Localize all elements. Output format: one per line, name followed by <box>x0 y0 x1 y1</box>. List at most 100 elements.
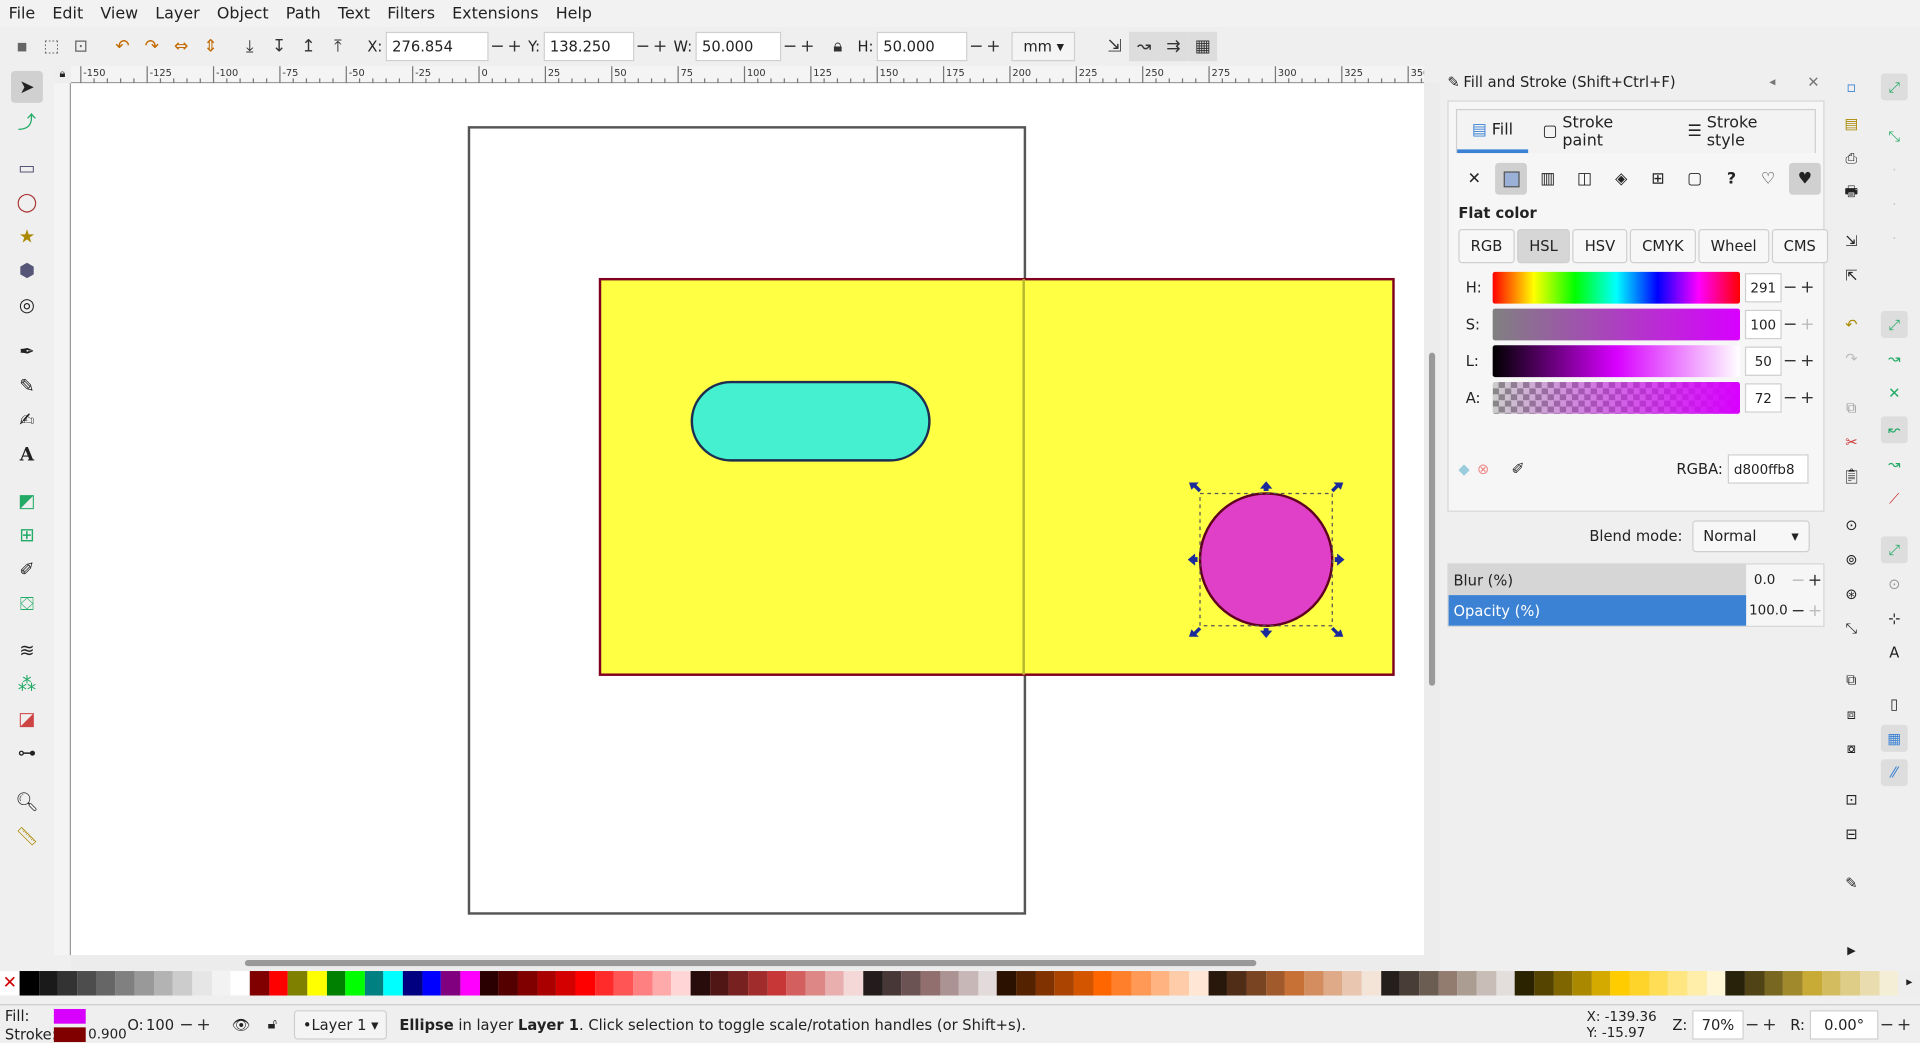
y-minus-button[interactable]: − <box>634 37 651 57</box>
snap-cusp-icon[interactable]: ↜ <box>1880 416 1908 444</box>
saturation-minus[interactable]: − <box>1782 315 1799 335</box>
status-opacity-minus[interactable]: − <box>178 1014 195 1034</box>
tab-stroke-style[interactable]: ☰ Stroke style <box>1673 111 1815 153</box>
undo-icon[interactable]: ↶ <box>1838 311 1865 338</box>
measure-tool-icon[interactable]: 📏︎ <box>11 820 43 852</box>
y-plus-button[interactable]: + <box>651 37 668 57</box>
alpha-slider[interactable]: A: 72 − + <box>1466 381 1824 415</box>
import-icon[interactable]: ⇲ <box>1838 228 1865 255</box>
scale-corners-icon[interactable]: ↝ <box>1129 31 1159 62</box>
mesh-gradient-icon[interactable]: ◈ <box>1605 163 1637 195</box>
text-tool-icon[interactable]: A <box>11 438 43 470</box>
blur-value[interactable]: 0.0 <box>1754 572 1790 588</box>
color-palette[interactable]: ✕ ▸ <box>0 971 1920 996</box>
new-document-icon[interactable]: ▫ <box>1838 73 1865 100</box>
ellipse-tool-icon[interactable]: ◯ <box>11 186 43 218</box>
export-icon[interactable]: ⇱ <box>1838 262 1865 289</box>
saturation-bar[interactable] <box>1492 308 1741 341</box>
magenta-ellipse[interactable] <box>1198 492 1334 627</box>
snap-guide-icon[interactable]: ⁄⁄ <box>1880 759 1908 787</box>
h-input[interactable]: 50.000 <box>877 31 968 62</box>
pattern-icon[interactable]: ⊞ <box>1642 163 1674 195</box>
w-input[interactable]: 50.000 <box>695 31 782 62</box>
x-input[interactable]: 276.854 <box>386 31 489 62</box>
open-icon[interactable]: ▤ <box>1838 110 1865 137</box>
teal-pill[interactable] <box>690 380 931 462</box>
no-color-swatch[interactable]: ✕ <box>0 971 20 996</box>
opacity-short-value[interactable]: 100 <box>146 1016 178 1033</box>
cut-icon[interactable]: ✂ <box>1838 429 1865 456</box>
blend-mode-select[interactable]: Normal ▾ <box>1692 520 1810 553</box>
snap-bbox-corner-icon[interactable]: · <box>1881 191 1908 218</box>
more-arrow-icon[interactable]: ▶ <box>1838 938 1865 965</box>
print-icon[interactable]: 🖶︎ <box>1838 179 1865 206</box>
layer-select[interactable]: •Layer 1 ▾ <box>294 1009 388 1039</box>
node-tool-icon[interactable]: ⤴ <box>11 105 43 137</box>
paint-bucket-tool-icon[interactable]: ⛋ <box>11 588 43 620</box>
copy-icon[interactable]: ⧉ <box>1838 394 1865 421</box>
snap-toggle-icon[interactable]: ⤢ <box>1880 73 1908 101</box>
zoom-plus[interactable]: + <box>1761 1014 1778 1034</box>
opacity-row[interactable]: Opacity (%) 100.0 − + <box>1448 595 1824 626</box>
zoom-input[interactable]: 70% <box>1692 1009 1744 1039</box>
menu-extensions[interactable]: Extensions <box>444 4 548 22</box>
snap-midpoint-icon[interactable]: ⟋ <box>1881 485 1908 512</box>
group-icon[interactable]: ⊡ <box>1838 786 1865 813</box>
h-plus-button[interactable]: + <box>985 37 1002 57</box>
xml-editor-icon[interactable]: ✎ <box>1838 869 1865 896</box>
unlink-clone-icon[interactable]: ⧇ <box>1838 735 1865 762</box>
saturation-plus[interactable]: + <box>1799 315 1816 335</box>
tweak-tool-icon[interactable]: ≋ <box>11 634 43 666</box>
ruler-lock-icon[interactable]: 🔒︎ <box>53 66 72 84</box>
rotation-input[interactable]: 0.00° <box>1809 1009 1879 1039</box>
no-paint-icon[interactable]: ✕ <box>1458 163 1490 195</box>
blur-plus[interactable]: + <box>1807 570 1824 590</box>
star-tool-icon[interactable]: ★ <box>11 220 43 252</box>
move-patterns-icon[interactable]: ▦ <box>1188 31 1218 62</box>
scale-stroke-icon[interactable]: ⇲ <box>1100 32 1129 61</box>
hue-bar[interactable] <box>1492 271 1741 304</box>
fill-rule-nonzero-icon[interactable]: ♥ <box>1788 162 1821 195</box>
mode-wheel[interactable]: Wheel <box>1698 228 1769 264</box>
snap-others-icon[interactable]: ⤢ <box>1880 536 1908 564</box>
saturation-slider[interactable]: S: 100 − + <box>1466 307 1824 341</box>
dropper-tool-icon[interactable]: ✐ <box>11 553 43 585</box>
menu-view[interactable]: View <box>92 4 147 22</box>
eyedropper-icon[interactable]: ✐ <box>1511 460 1524 478</box>
opacity-minus[interactable]: − <box>1790 601 1807 621</box>
zoom-width-icon[interactable]: ⤡ <box>1838 615 1865 642</box>
menu-edit[interactable]: Edit <box>44 4 92 22</box>
deselect-icon[interactable]: ⊡ <box>66 32 95 61</box>
alpha-plus[interactable]: + <box>1799 388 1816 408</box>
h-minus-button[interactable]: − <box>968 37 985 57</box>
select-all-layers-icon[interactable]: ⬚ <box>37 32 66 61</box>
blur-minus[interactable]: − <box>1790 570 1807 590</box>
rotate-ccw-icon[interactable]: ↶ <box>108 32 137 61</box>
raise-to-top-icon[interactable]: ⤒ <box>323 32 352 61</box>
eraser-tool-icon[interactable]: ◪ <box>11 703 43 735</box>
zoom-minus[interactable]: − <box>1744 1014 1761 1034</box>
alpha-value[interactable]: 72 <box>1744 383 1782 413</box>
menu-path[interactable]: Path <box>277 4 329 22</box>
alpha-bar[interactable] <box>1492 382 1741 414</box>
rgba-input[interactable]: d800ffb8 <box>1727 454 1809 484</box>
save-icon[interactable]: ⎙ <box>1838 144 1865 171</box>
mode-cmyk[interactable]: CMYK <box>1629 228 1696 264</box>
snap-bbox-icon[interactable]: ⤡ <box>1881 122 1908 149</box>
move-gradients-icon[interactable]: ⇉ <box>1158 31 1189 62</box>
mode-rgb[interactable]: RGB <box>1458 228 1515 264</box>
canvas[interactable] <box>71 83 1425 956</box>
vertical-scrollbar[interactable] <box>1424 83 1441 956</box>
saturation-value[interactable]: 100 <box>1744 309 1782 340</box>
pen-tool-icon[interactable]: ✒ <box>11 336 43 368</box>
mode-cms[interactable]: CMS <box>1771 228 1829 264</box>
gradient-tool-icon[interactable]: ◩ <box>11 485 43 517</box>
fill-rule-evenodd-icon[interactable]: ♡ <box>1752 163 1784 195</box>
w-plus-button[interactable]: + <box>799 37 816 57</box>
snap-bbox-edge-icon[interactable]: · <box>1881 157 1908 184</box>
palette-menu-icon[interactable]: ▸ <box>1898 971 1920 996</box>
3d-box-tool-icon[interactable]: ⬢ <box>11 255 43 287</box>
menu-object[interactable]: Object <box>208 4 277 22</box>
snap-rotation-center-icon[interactable]: ⊹ <box>1881 605 1908 632</box>
w-minus-button[interactable]: − <box>782 37 799 57</box>
